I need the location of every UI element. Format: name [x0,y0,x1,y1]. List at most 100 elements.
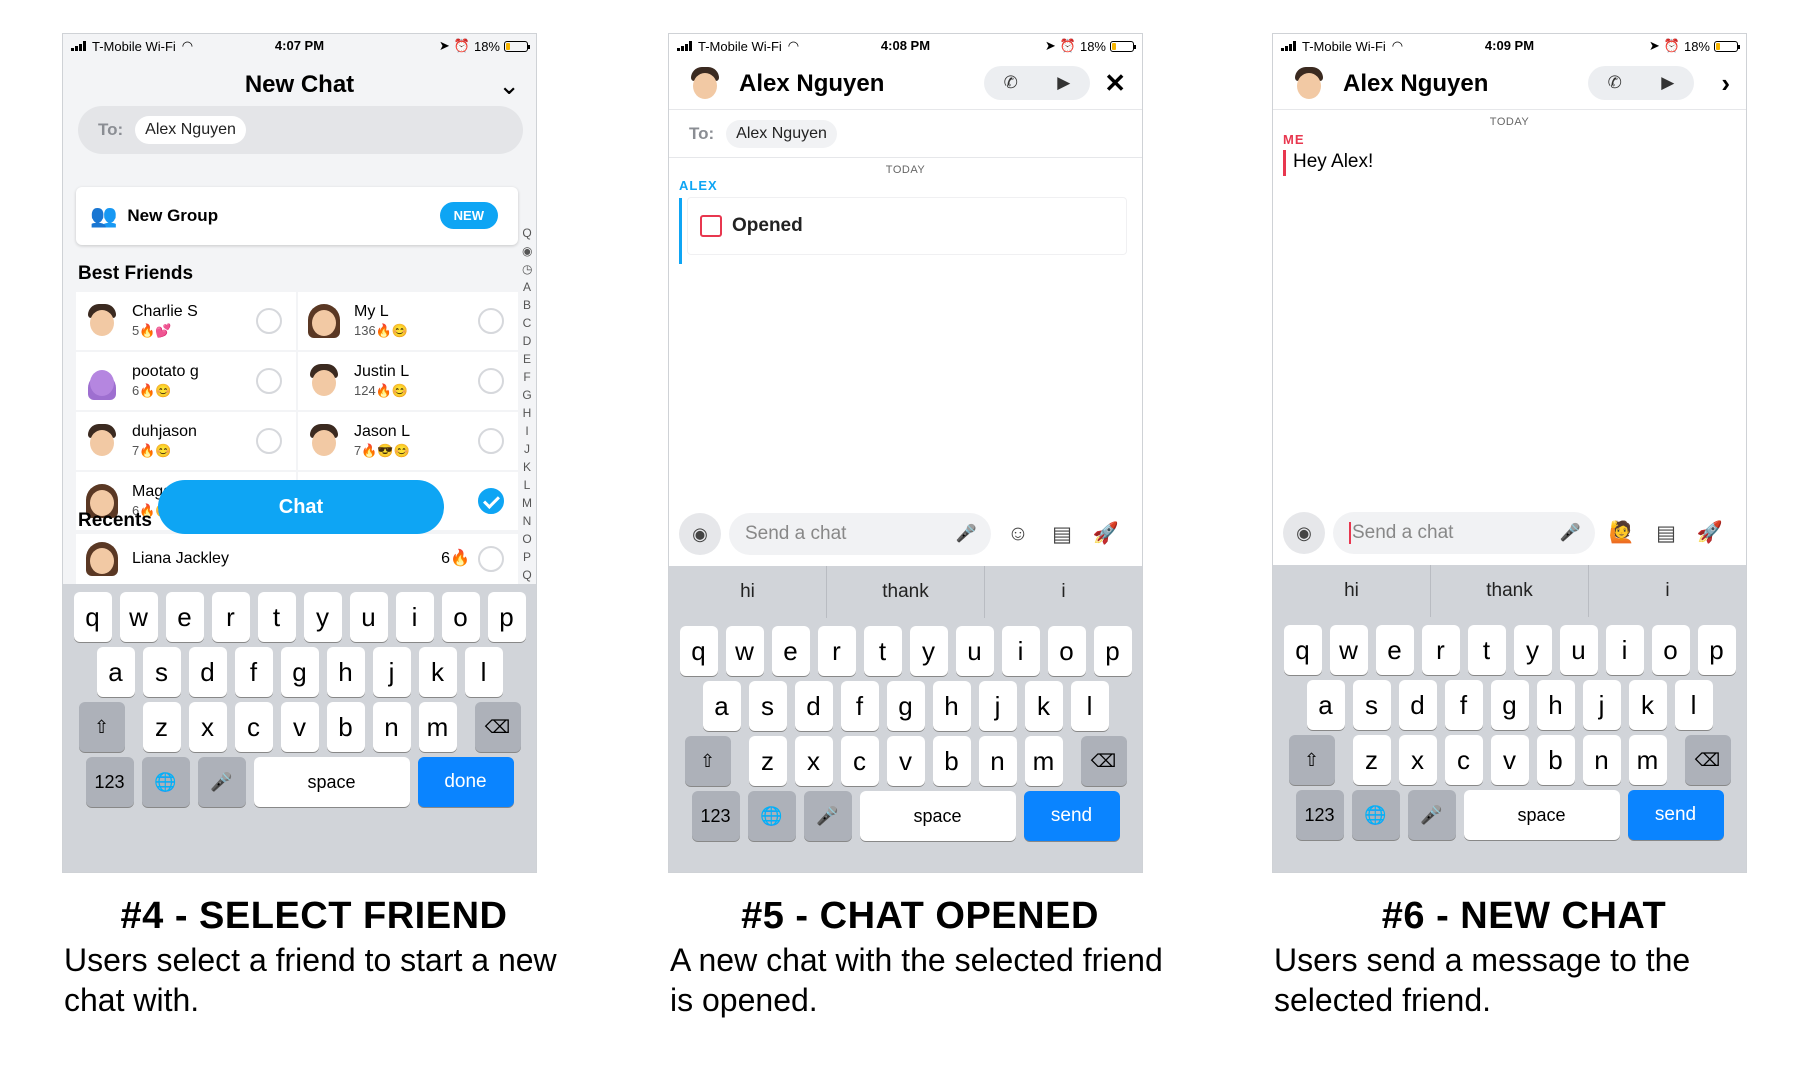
key-q[interactable]: q [73,592,112,642]
new-group-button[interactable]: 👥 New Group NEW [76,187,518,245]
camera-icon[interactable]: ◉ [679,513,721,555]
key-m[interactable]: m [1628,735,1667,785]
alpha-letter[interactable]: G [522,386,532,404]
suggestion-word[interactable]: thank [1431,565,1589,617]
key-d[interactable]: d [794,681,833,731]
select-radio[interactable] [478,368,504,394]
close-icon[interactable]: ✕ [1104,68,1126,99]
alpha-letter[interactable]: ◉ [522,242,532,260]
key-m[interactable]: m [1024,736,1063,786]
backspace-key[interactable]: ⌫ [1080,736,1127,786]
backspace-key[interactable]: ⌫ [474,702,521,752]
done-key[interactable]: done [417,757,514,807]
friend-item[interactable]: Charlie S 5🔥💕 [76,292,296,350]
video-icon[interactable]: ▶ [1057,73,1070,93]
numbers-key[interactable]: 123 [85,757,134,807]
key-z[interactable]: z [1352,735,1391,785]
select-radio[interactable] [478,308,504,334]
key-i[interactable]: i [1605,625,1644,675]
recipient-chip[interactable]: Alex Nguyen [135,116,246,144]
key-v[interactable]: v [886,736,925,786]
key-k[interactable]: k [1024,681,1063,731]
key-x[interactable]: x [188,702,227,752]
key-u[interactable]: u [955,626,994,676]
send-key[interactable]: send [1627,790,1724,840]
space-key[interactable]: space [253,757,410,807]
dictation-icon[interactable]: 🎤 [803,791,852,841]
key-c[interactable]: c [1444,735,1483,785]
mic-icon[interactable]: 🎤 [1560,523,1581,543]
friend-item[interactable]: My L 136🔥😊 [298,292,518,350]
dictation-icon[interactable]: 🎤 [197,757,246,807]
key-r[interactable]: r [817,626,856,676]
key-p[interactable]: p [1697,625,1736,675]
key-h[interactable]: h [932,681,971,731]
backspace-key[interactable]: ⌫ [1684,735,1731,785]
key-f[interactable]: f [1444,680,1483,730]
key-g[interactable]: g [280,647,319,697]
key-i[interactable]: i [395,592,434,642]
select-radio[interactable] [478,428,504,454]
alpha-letter[interactable]: A [522,278,532,296]
alpha-letter[interactable]: P [522,548,532,566]
key-w[interactable]: w [725,626,764,676]
key-j[interactable]: j [1582,680,1621,730]
alpha-letter[interactable]: Q [522,224,532,242]
key-r[interactable]: r [211,592,250,642]
key-d[interactable]: d [188,647,227,697]
key-q[interactable]: q [1283,625,1322,675]
key-n[interactable]: n [1582,735,1621,785]
alphabet-index[interactable]: Q◉◷ABCDEFGHIJKLMNOPQRS [522,224,532,620]
contact-avatar[interactable] [1291,63,1327,105]
key-f[interactable]: f [234,647,273,697]
alpha-letter[interactable]: ◷ [522,260,532,278]
alpha-letter[interactable]: H [522,404,532,422]
shift-key[interactable]: ⇧ [1288,735,1335,785]
key-t[interactable]: t [863,626,902,676]
contact-avatar[interactable] [687,63,723,105]
key-l[interactable]: l [1070,681,1109,731]
key-k[interactable]: k [1628,680,1667,730]
key-t[interactable]: t [1467,625,1506,675]
alpha-letter[interactable]: L [522,476,532,494]
send-key[interactable]: send [1023,791,1120,841]
dictation-icon[interactable]: 🎤 [1407,790,1456,840]
key-x[interactable]: x [794,736,833,786]
key-y[interactable]: y [909,626,948,676]
key-o[interactable]: o [1047,626,1086,676]
opened-message[interactable]: Opened [687,197,1127,255]
key-s[interactable]: s [142,647,181,697]
key-e[interactable]: e [771,626,810,676]
key-u[interactable]: u [349,592,388,642]
friend-item[interactable]: duhjason 7🔥😊 [76,412,296,470]
alpha-letter[interactable]: J [522,440,532,458]
key-p[interactable]: p [1093,626,1132,676]
key-s[interactable]: s [748,681,787,731]
space-key[interactable]: space [1463,790,1620,840]
key-g[interactable]: g [886,681,925,731]
key-u[interactable]: u [1559,625,1598,675]
key-n[interactable]: n [978,736,1017,786]
key-h[interactable]: h [326,647,365,697]
phone-icon[interactable]: ✆ [1608,73,1622,93]
select-radio[interactable] [256,428,282,454]
video-icon[interactable]: ▶ [1661,73,1674,93]
key-j[interactable]: j [978,681,1017,731]
key-q[interactable]: q [679,626,718,676]
key-g[interactable]: g [1490,680,1529,730]
suggestion-word[interactable]: hi [669,566,827,618]
key-c[interactable]: c [234,702,273,752]
key-a[interactable]: a [702,681,741,731]
key-b[interactable]: b [932,736,971,786]
suggestion-word[interactable]: hi [1273,565,1431,617]
key-w[interactable]: w [119,592,158,642]
key-p[interactable]: p [487,592,526,642]
shift-key[interactable]: ⇧ [78,702,125,752]
alpha-letter[interactable]: M [522,494,532,512]
key-r[interactable]: r [1421,625,1460,675]
key-y[interactable]: y [303,592,342,642]
key-l[interactable]: l [464,647,503,697]
phone-icon[interactable]: ✆ [1004,73,1018,93]
chat-input[interactable]: Send a chat 🎤 [1333,512,1595,554]
recipient-input[interactable]: To: Alex Nguyen [78,106,523,154]
